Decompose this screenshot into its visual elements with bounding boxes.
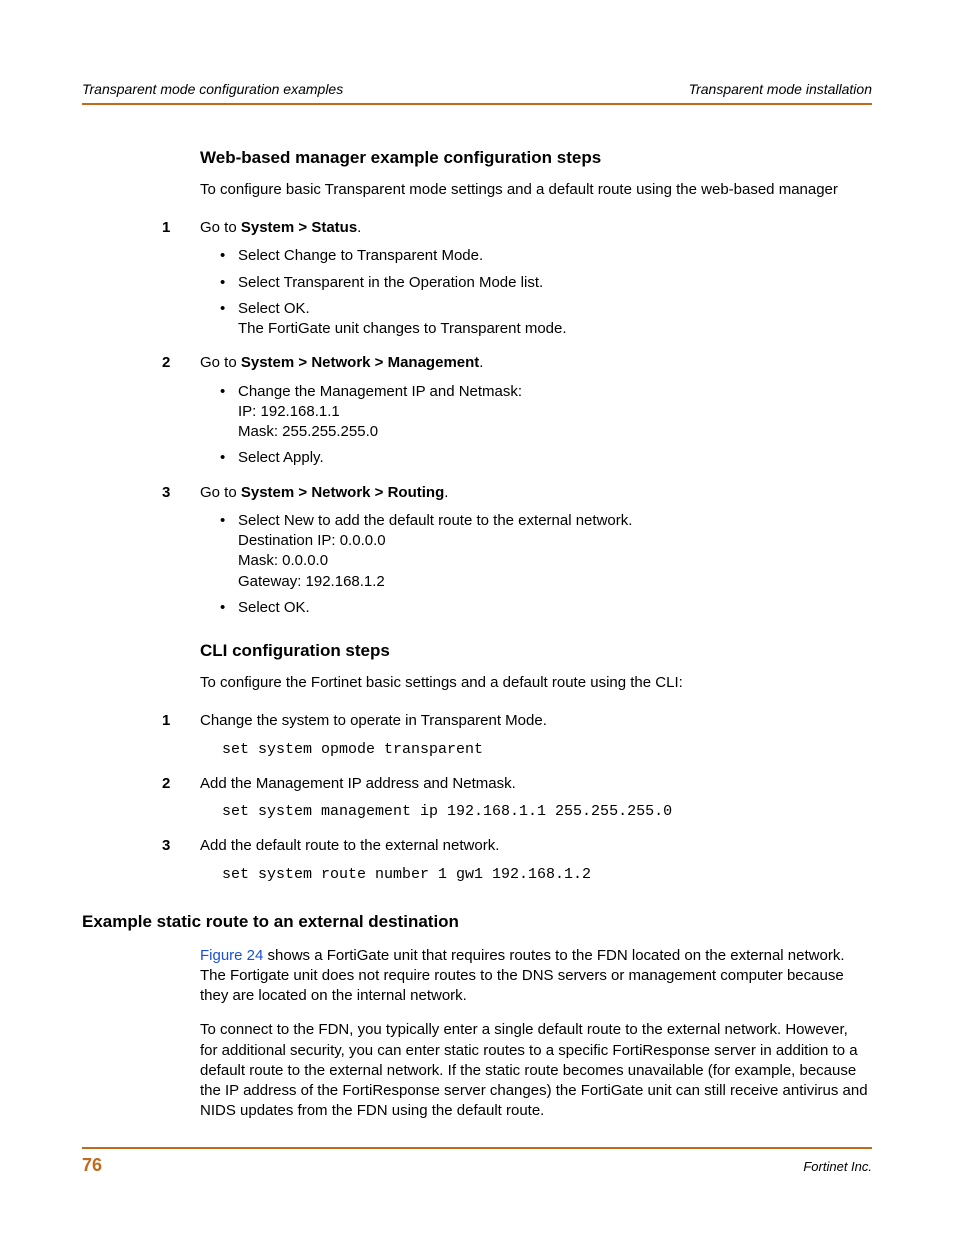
section3-title: Example static route to an external dest… [82, 911, 868, 934]
bullet-item: Change the Management IP and Netmask: IP… [220, 382, 868, 443]
section1-step: 2 Go to System > Network > Management. C… [200, 353, 868, 468]
section1-intro: To configure basic Transparent mode sett… [200, 180, 868, 200]
section2-step: 3 Add the default route to the external … [200, 836, 868, 885]
step-instruction: Go to System > Status. [200, 218, 868, 238]
step-instruction: Add the Management IP address and Netmas… [200, 774, 868, 794]
step-number: 3 [162, 836, 170, 856]
company-name: Fortinet Inc. [803, 1158, 872, 1176]
bullet-item: Select Change to Transparent Mode. [220, 246, 868, 266]
page-footer: 76 Fortinet Inc. [82, 1147, 872, 1177]
section1-step: 1 Go to System > Status. Select Change t… [200, 218, 868, 339]
step-bullets: Select Change to Transparent Mode. Selec… [200, 246, 868, 339]
step-bullets: Change the Management IP and Netmask: IP… [200, 382, 868, 469]
step-number: 2 [162, 353, 170, 373]
step-bullets: Select New to add the default route to t… [200, 511, 868, 618]
step-number: 1 [162, 218, 170, 238]
section2-title: CLI configuration steps [200, 640, 868, 663]
code-block: set system opmode transparent [222, 740, 868, 760]
section2-intro: To configure the Fortinet basic settings… [200, 673, 868, 693]
section2-step: 2 Add the Management IP address and Netm… [200, 774, 868, 823]
figure-reference: Figure 24 [200, 947, 263, 964]
step-number: 1 [162, 711, 170, 731]
bullet-item: Select OK. The FortiGate unit changes to… [220, 299, 868, 340]
step-instruction: Go to System > Network > Routing. [200, 483, 868, 503]
step-number: 3 [162, 483, 170, 503]
running-header: Transparent mode configuration examples … [82, 80, 872, 105]
step-instruction: Add the default route to the external ne… [200, 836, 868, 856]
bullet-item: Select Apply. [220, 448, 868, 468]
step-instruction: Go to System > Network > Management. [200, 353, 868, 373]
header-right: Transparent mode installation [689, 80, 872, 99]
section1-step: 3 Go to System > Network > Routing. Sele… [200, 483, 868, 619]
bullet-item: Select Transparent in the Operation Mode… [220, 273, 868, 293]
code-block: set system route number 1 gw1 192.168.1.… [222, 865, 868, 885]
section3-para2: To connect to the FDN, you typically ent… [200, 1020, 868, 1121]
section2-step: 1 Change the system to operate in Transp… [200, 711, 868, 760]
section1-title: Web-based manager example configuration … [200, 147, 868, 170]
header-left: Transparent mode configuration examples [82, 80, 343, 99]
step-number: 2 [162, 774, 170, 794]
bullet-item: Select OK. [220, 598, 868, 618]
page-number: 76 [82, 1153, 102, 1177]
bullet-item: Select New to add the default route to t… [220, 511, 868, 592]
code-block: set system management ip 192.168.1.1 255… [222, 802, 868, 822]
section3-para1: Figure 24 shows a FortiGate unit that re… [200, 946, 868, 1007]
step-instruction: Change the system to operate in Transpar… [200, 711, 868, 731]
